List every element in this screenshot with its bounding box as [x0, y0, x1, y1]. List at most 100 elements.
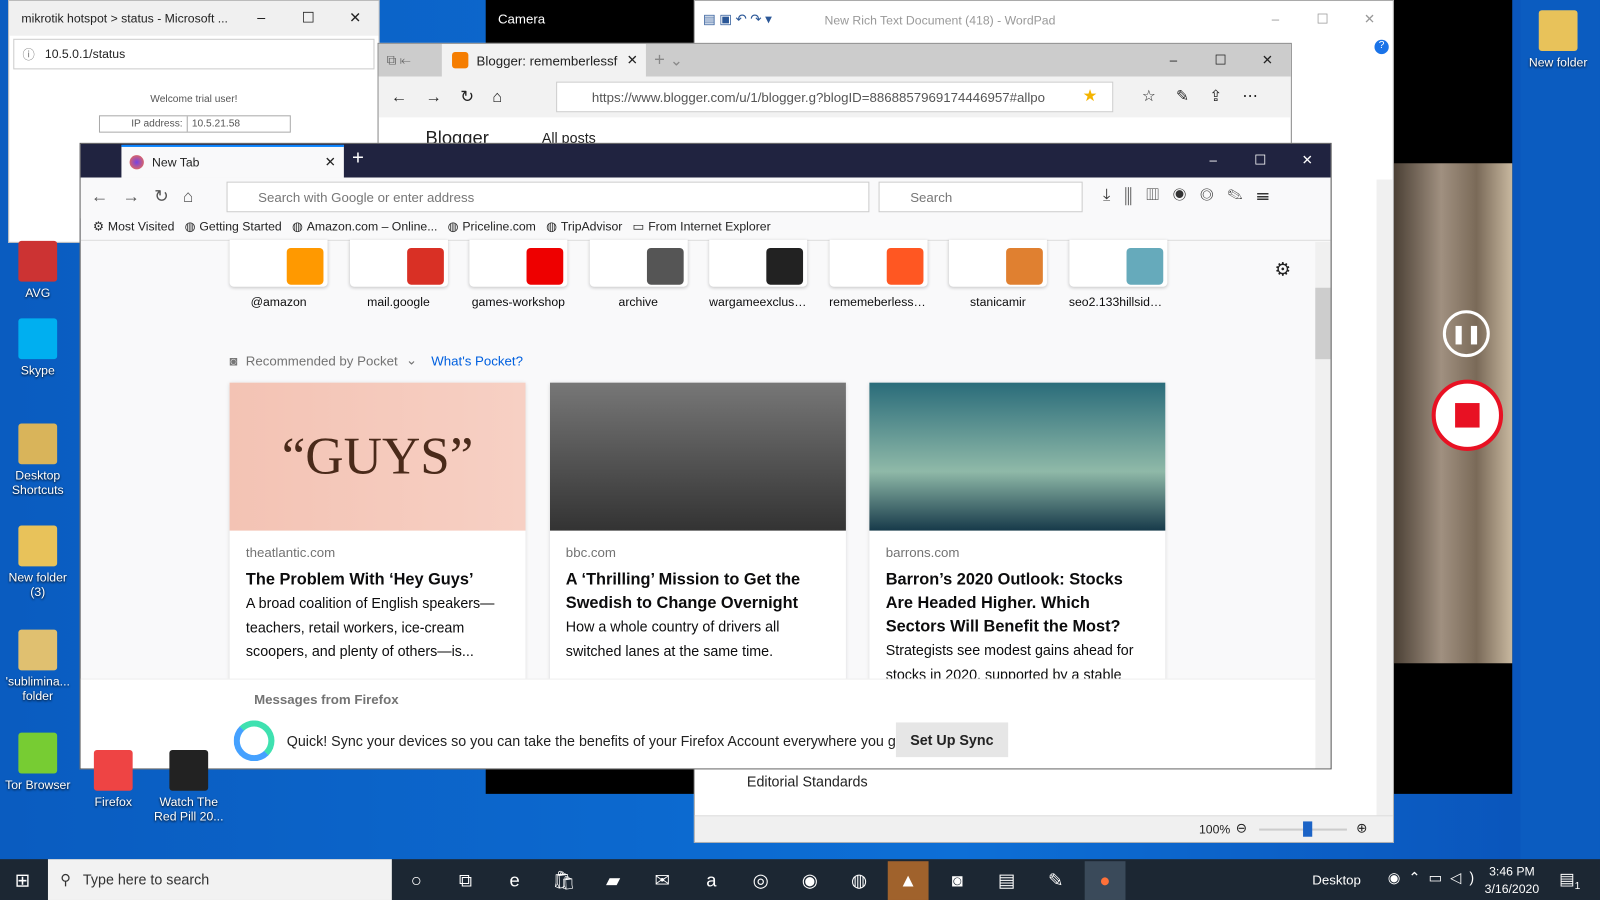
close-button[interactable]: ✕ — [332, 9, 379, 26]
favorite-star-icon[interactable]: ★ — [1083, 86, 1098, 106]
taskbar-camera-app-icon[interactable]: ◍ — [839, 861, 880, 900]
minimize-button[interactable]: – — [1252, 11, 1299, 26]
new-tab-button[interactable]: + ⌄ — [654, 49, 683, 70]
desktop-icon-image — [1538, 10, 1578, 52]
close-button[interactable]: ✕ — [1284, 152, 1331, 168]
toolbar-icons[interactable]: ⤓⫼▥◉◎✎☰ — [1103, 187, 1283, 205]
customize-gear-icon[interactable]: ⚙ — [1274, 259, 1290, 280]
taskbar-task-view-icon[interactable]: ⧉ — [445, 861, 486, 900]
zoom-slider-thumb[interactable] — [1303, 821, 1313, 837]
taskbar-edge-icon[interactable]: e — [494, 861, 535, 900]
tab-new-tab[interactable]: New Tab ✕ — [121, 144, 344, 178]
taskbar-camera-icon[interactable]: ◙ — [937, 861, 978, 900]
stop-recording-button[interactable] — [1431, 379, 1504, 452]
taskbar-cortana-icon[interactable]: ○ — [396, 861, 437, 900]
taskbar-mail-icon[interactable]: ✉ — [642, 861, 683, 900]
desktop-icon[interactable]: Firefox — [76, 749, 152, 809]
scrollbar[interactable] — [1376, 179, 1393, 818]
help-icon[interactable]: ? — [1374, 39, 1389, 55]
desktop-icon-image — [18, 318, 58, 360]
maximize-button[interactable]: ☐ — [285, 9, 332, 26]
bookmark-item[interactable]: ◍ TripAdvisor — [546, 219, 622, 233]
taskbar-vlc-icon[interactable]: ▲ — [887, 861, 929, 900]
desktop-icon-image — [18, 423, 58, 465]
story-image: “GUYS” — [229, 382, 526, 531]
taskbar-webcam-icon[interactable]: ◉ — [789, 861, 830, 900]
desktop-icon[interactable]: AVG — [0, 240, 76, 300]
minimize-button[interactable]: – — [1190, 152, 1237, 167]
new-tab-button[interactable]: + — [352, 147, 364, 170]
taskbar-file-explorer-icon[interactable]: ▰ — [593, 861, 634, 900]
story-card[interactable]: barrons.com Barron’s 2020 Outlook: Stocks… — [869, 382, 1166, 689]
close-button[interactable]: ✕ — [1346, 11, 1393, 27]
zoom-level: 100% — [1198, 822, 1231, 837]
bookmark-item[interactable]: ◍ Priceline.com — [448, 219, 536, 233]
editorial-link[interactable]: Editorial Standards — [747, 773, 868, 789]
edge-toolbar-icons[interactable]: ☆✎⇪⋯ — [1142, 87, 1278, 105]
desktop-icon[interactable]: Desktop Shortcuts — [0, 423, 76, 497]
desktop-icon[interactable]: Watch The Red Pill 20... — [151, 749, 227, 823]
tab-blogger[interactable]: Blogger: rememberlessf ✕ — [441, 43, 646, 77]
clock[interactable]: 3:46 PM 3/16/2020 — [1485, 863, 1539, 898]
close-button[interactable]: ✕ — [1244, 52, 1291, 68]
nav-buttons[interactable]: ←→↻⌂ — [91, 187, 208, 207]
taskbar-store-icon[interactable]: 🛍 — [543, 861, 584, 900]
tray-icons[interactable]: ◉⌃▭◁) — [1388, 869, 1482, 886]
maximize-button[interactable]: ☐ — [1237, 152, 1284, 168]
top-site-tile[interactable]: @amazon — [229, 239, 328, 309]
search-box[interactable]: Search — [878, 181, 1083, 213]
zoom-out-button[interactable]: ⊖ — [1236, 820, 1247, 836]
top-site-tile[interactable]: seo2.133hillside... — [1068, 239, 1167, 309]
quick-access-toolbar[interactable]: ▤ ▣ ↶ ↷ ▾ — [703, 11, 772, 27]
taskbar-firefox-icon[interactable]: ● — [1084, 861, 1126, 900]
taskbar-paint-icon[interactable]: ✎ — [1035, 861, 1076, 900]
taskbar-wordpad-icon[interactable]: ▤ — [986, 861, 1027, 900]
edge-address-bar[interactable]: https://www.blogger.com/u/1/blogger.g?bl… — [556, 81, 1114, 113]
top-site-tile[interactable]: games-workshop — [469, 239, 568, 309]
maximize-button[interactable]: ☐ — [1299, 11, 1346, 27]
top-site-tile[interactable]: stanicamir — [948, 239, 1047, 309]
pause-button[interactable]: ❚❚ — [1442, 310, 1490, 358]
notifications-button[interactable]: ▤1 — [1559, 869, 1580, 892]
taskbar-amazon-icon[interactable]: a — [691, 861, 732, 900]
whats-pocket-link[interactable]: What's Pocket? — [431, 353, 523, 368]
url-bar[interactable]: Search with Google or enter address — [226, 181, 870, 213]
bookmark-item[interactable]: ▭ From Internet Explorer — [633, 219, 771, 233]
top-site-tile[interactable]: wargameexclusi... — [709, 239, 808, 309]
taskbar-tripadvisor-icon[interactable]: ◎ — [740, 861, 781, 900]
start-button[interactable]: ⊞ — [2, 861, 43, 900]
scrollbar[interactable] — [1315, 241, 1331, 769]
firefox-window: New Tab ✕ + – ☐ ✕ ←→↻⌂ Search with Google o… — [79, 142, 1332, 770]
bookmark-item[interactable]: ⚙ Most Visited — [93, 219, 175, 233]
desktop-icon[interactable]: 'sublimina... folder — [0, 629, 76, 703]
close-tab-icon[interactable]: ✕ — [627, 52, 638, 68]
minimize-button[interactable]: – — [1150, 52, 1197, 67]
pocket-icon: ◙ — [229, 352, 238, 368]
nav-buttons[interactable]: ←→↻⌂ — [391, 87, 521, 107]
pocket-heading[interactable]: Recommended by Pocket — [246, 353, 398, 368]
globe-icon: ◍ — [184, 219, 196, 234]
desktop-toolbar[interactable]: Desktop — [1312, 872, 1361, 887]
desktop-icon[interactable]: Skype — [0, 318, 76, 378]
zoom-in-button[interactable]: ⊕ — [1356, 820, 1367, 836]
top-site-thumbnail — [589, 239, 688, 287]
top-site-tile[interactable]: mail.google — [349, 239, 448, 309]
desktop-icon[interactable]: New folder — [1520, 10, 1596, 69]
bookmark-item[interactable]: ◍ Getting Started — [185, 219, 282, 233]
top-site-thumbnail — [948, 239, 1047, 287]
story-card[interactable]: “GUYS” theatlantic.com The Problem With ‘H… — [229, 382, 526, 689]
bookmark-item[interactable]: ◍ Amazon.com – Online... — [292, 219, 437, 233]
address-bar[interactable]: ⓘ 10.5.0.1/status — [13, 38, 375, 70]
desktop-icon[interactable]: Tor Browser — [0, 732, 76, 792]
top-site-tile[interactable]: archive — [589, 239, 688, 309]
minimize-button[interactable]: – — [238, 9, 285, 25]
set-up-sync-button[interactable]: Set Up Sync — [895, 722, 1008, 758]
desktop-icon[interactable]: New folder (3) — [0, 525, 76, 599]
taskbar-search[interactable]: ⚲ Type here to search — [47, 859, 392, 900]
top-site-tile[interactable]: rememeberlessf... — [829, 239, 928, 309]
top-site-thumbnail — [469, 239, 568, 287]
zoom-slider[interactable] — [1259, 821, 1347, 837]
close-tab-icon[interactable]: ✕ — [325, 154, 336, 170]
story-card[interactable]: bbc.com A ‘Thrilling’ Mission to Get the … — [549, 382, 846, 689]
maximize-button[interactable]: ☐ — [1197, 52, 1244, 68]
